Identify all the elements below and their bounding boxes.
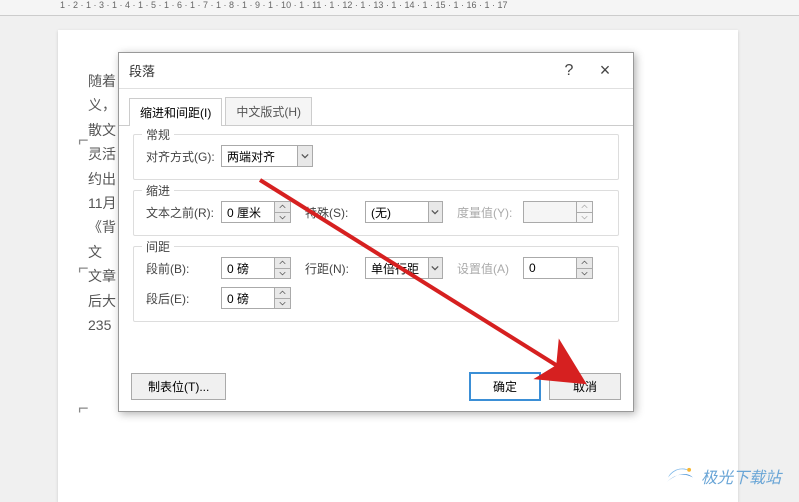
bracket-icon: ⌐ bbox=[78, 398, 89, 419]
at-input[interactable] bbox=[524, 258, 576, 278]
space-before-input[interactable] bbox=[222, 258, 274, 278]
ruler: 1 · 2 · 1 · 3 · 1 · 4 · 1 · 5 · 1 · 6 · … bbox=[0, 0, 799, 16]
dialog-titlebar: 段落 ? × bbox=[119, 53, 633, 89]
chevron-down-icon[interactable] bbox=[428, 258, 442, 278]
tab-strip: 缩进和间距(I) 中文版式(H) bbox=[119, 89, 633, 126]
by-spinner bbox=[523, 201, 593, 223]
spin-down-icon[interactable] bbox=[275, 213, 290, 223]
ok-button[interactable]: 确定 bbox=[469, 372, 541, 401]
indent-before-input[interactable] bbox=[222, 202, 274, 222]
watermark-text: 极光下载站 bbox=[701, 464, 781, 488]
space-after-label: 段后(E): bbox=[146, 290, 221, 307]
special-input[interactable] bbox=[366, 202, 428, 222]
group-general: 常规 对齐方式(G): bbox=[133, 134, 619, 180]
group-indent: 缩进 文本之前(R): 特殊(S): 度量值(Y): bbox=[133, 190, 619, 236]
group-legend: 间距 bbox=[142, 238, 174, 255]
tabstops-button[interactable]: 制表位(T)... bbox=[131, 373, 226, 400]
at-spinner[interactable] bbox=[523, 257, 593, 279]
group-legend: 缩进 bbox=[142, 182, 174, 199]
by-input bbox=[524, 202, 576, 222]
chevron-down-icon[interactable] bbox=[428, 202, 442, 222]
spin-up-icon bbox=[577, 202, 592, 213]
spin-down-icon[interactable] bbox=[275, 299, 290, 309]
spin-up-icon[interactable] bbox=[275, 202, 290, 213]
chevron-down-icon[interactable] bbox=[297, 146, 312, 166]
alignment-input[interactable] bbox=[222, 146, 297, 166]
alignment-combo[interactable] bbox=[221, 145, 313, 167]
space-before-label: 段前(B): bbox=[146, 260, 221, 277]
line-spacing-label: 行距(N): bbox=[305, 260, 365, 277]
group-legend: 常规 bbox=[142, 126, 174, 143]
group-spacing: 间距 段前(B): 行距(N): 设置值(A) 段后( bbox=[133, 246, 619, 322]
spin-down-icon[interactable] bbox=[577, 269, 592, 279]
spin-down-icon[interactable] bbox=[275, 269, 290, 279]
line-spacing-combo[interactable] bbox=[365, 257, 443, 279]
by-label: 度量值(Y): bbox=[457, 204, 523, 221]
dialog-title: 段落 bbox=[129, 61, 551, 80]
space-before-spinner[interactable] bbox=[221, 257, 291, 279]
tab-asian-typography[interactable]: 中文版式(H) bbox=[225, 97, 312, 125]
spin-up-icon[interactable] bbox=[275, 288, 290, 299]
cancel-button[interactable]: 取消 bbox=[549, 373, 621, 400]
space-after-spinner[interactable] bbox=[221, 287, 291, 309]
at-label: 设置值(A) bbox=[457, 260, 523, 277]
spin-up-icon[interactable] bbox=[577, 258, 592, 269]
help-icon[interactable]: ? bbox=[551, 62, 587, 80]
spin-up-icon[interactable] bbox=[275, 258, 290, 269]
line-spacing-input[interactable] bbox=[366, 258, 428, 278]
space-after-input[interactable] bbox=[222, 288, 274, 308]
paragraph-dialog: 段落 ? × 缩进和间距(I) 中文版式(H) 常规 对齐方式(G): 缩进 文… bbox=[118, 52, 634, 412]
watermark-logo-icon bbox=[663, 462, 695, 490]
indent-before-spinner[interactable] bbox=[221, 201, 291, 223]
dialog-content: 常规 对齐方式(G): 缩进 文本之前(R): 特殊(S): bbox=[119, 126, 633, 340]
watermark: 极光下载站 bbox=[663, 462, 781, 490]
spin-down-icon bbox=[577, 213, 592, 223]
special-combo[interactable] bbox=[365, 201, 443, 223]
close-icon[interactable]: × bbox=[587, 60, 623, 81]
bracket-icon: ⌐ bbox=[78, 258, 89, 279]
alignment-label: 对齐方式(G): bbox=[146, 148, 221, 165]
special-label: 特殊(S): bbox=[305, 204, 365, 221]
dialog-footer: 制表位(T)... 确定 取消 bbox=[131, 372, 621, 401]
bracket-icon: ⌐ bbox=[78, 130, 89, 151]
indent-before-label: 文本之前(R): bbox=[146, 204, 221, 221]
tab-indent-spacing[interactable]: 缩进和间距(I) bbox=[129, 98, 222, 126]
